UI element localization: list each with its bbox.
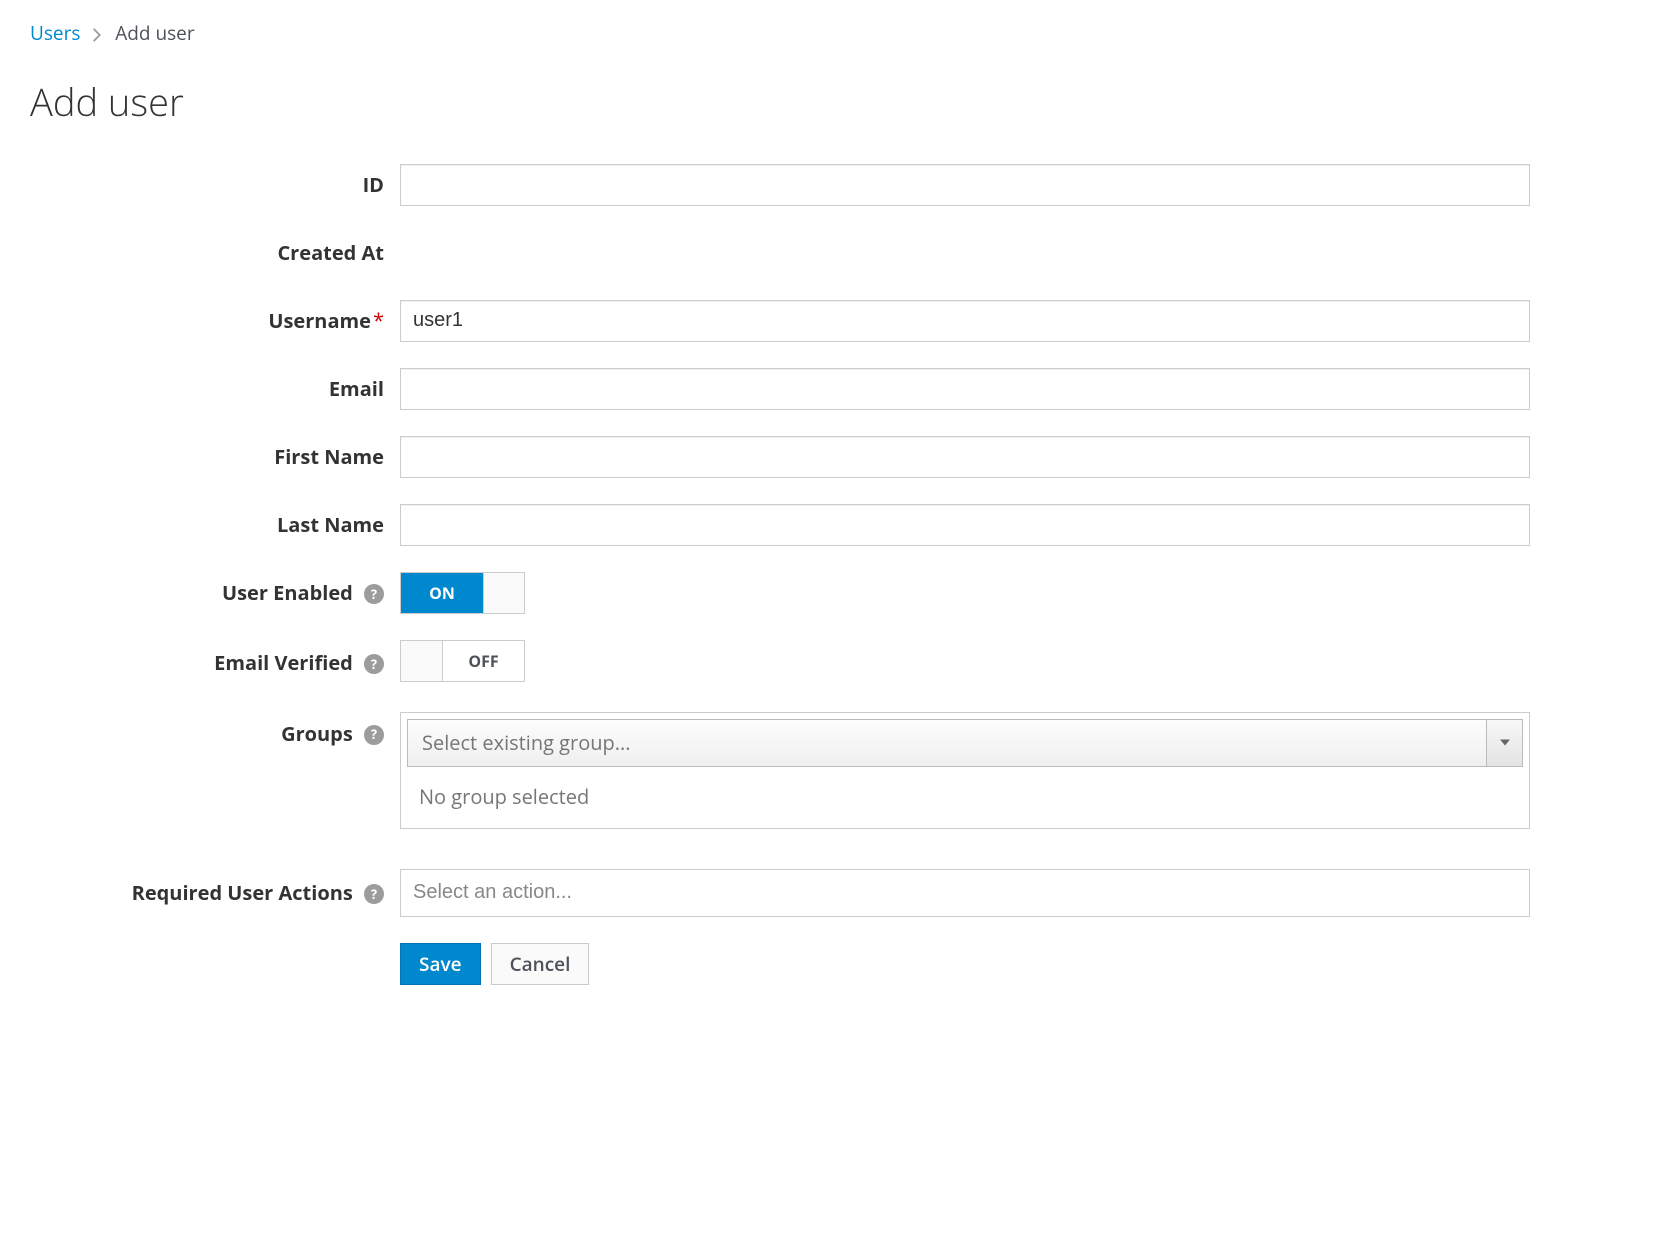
id-input: [400, 164, 1530, 206]
groups-select-placeholder: Select existing group...: [408, 729, 1486, 756]
label-email-verified: Email Verified ?: [30, 649, 400, 676]
help-icon[interactable]: ?: [364, 584, 384, 604]
label-groups: Groups ?: [30, 712, 400, 747]
breadcrumb: Users Add user: [30, 20, 1628, 48]
label-required-user-actions: Required User Actions ?: [30, 879, 400, 906]
label-created-at: Created At: [30, 239, 400, 266]
groups-container: Select existing group... No group select…: [400, 712, 1530, 829]
username-input[interactable]: [400, 300, 1530, 342]
first-name-input[interactable]: [400, 436, 1530, 478]
help-icon[interactable]: ?: [364, 725, 384, 745]
page-title: Add user: [30, 76, 1628, 128]
breadcrumb-link-users[interactable]: Users: [30, 20, 80, 46]
label-email: Email: [30, 375, 400, 402]
toggle-on-label: ON: [401, 573, 483, 613]
last-name-input[interactable]: [400, 504, 1530, 546]
toggle-handle: [483, 573, 524, 613]
groups-select[interactable]: Select existing group...: [407, 719, 1523, 767]
chevron-right-icon: [93, 22, 102, 48]
breadcrumb-current: Add user: [115, 20, 194, 46]
groups-empty-text: No group selected: [401, 773, 1529, 828]
help-icon[interactable]: ?: [364, 884, 384, 904]
email-verified-toggle[interactable]: OFF: [400, 640, 525, 682]
label-username: Username*: [30, 307, 400, 334]
cancel-button[interactable]: Cancel: [491, 943, 590, 985]
email-input[interactable]: [400, 368, 1530, 410]
required-star-icon: *: [373, 307, 384, 334]
label-id: ID: [30, 171, 400, 198]
save-button[interactable]: Save: [400, 943, 481, 985]
required-user-actions-input[interactable]: [400, 869, 1530, 917]
chevron-down-icon: [1486, 720, 1522, 766]
label-user-enabled: User Enabled ?: [30, 579, 400, 606]
label-first-name: First Name: [30, 443, 400, 470]
label-last-name: Last Name: [30, 511, 400, 538]
toggle-off-label: OFF: [443, 641, 524, 681]
toggle-handle: [401, 641, 443, 681]
help-icon[interactable]: ?: [364, 654, 384, 674]
user-enabled-toggle[interactable]: ON: [400, 572, 525, 614]
